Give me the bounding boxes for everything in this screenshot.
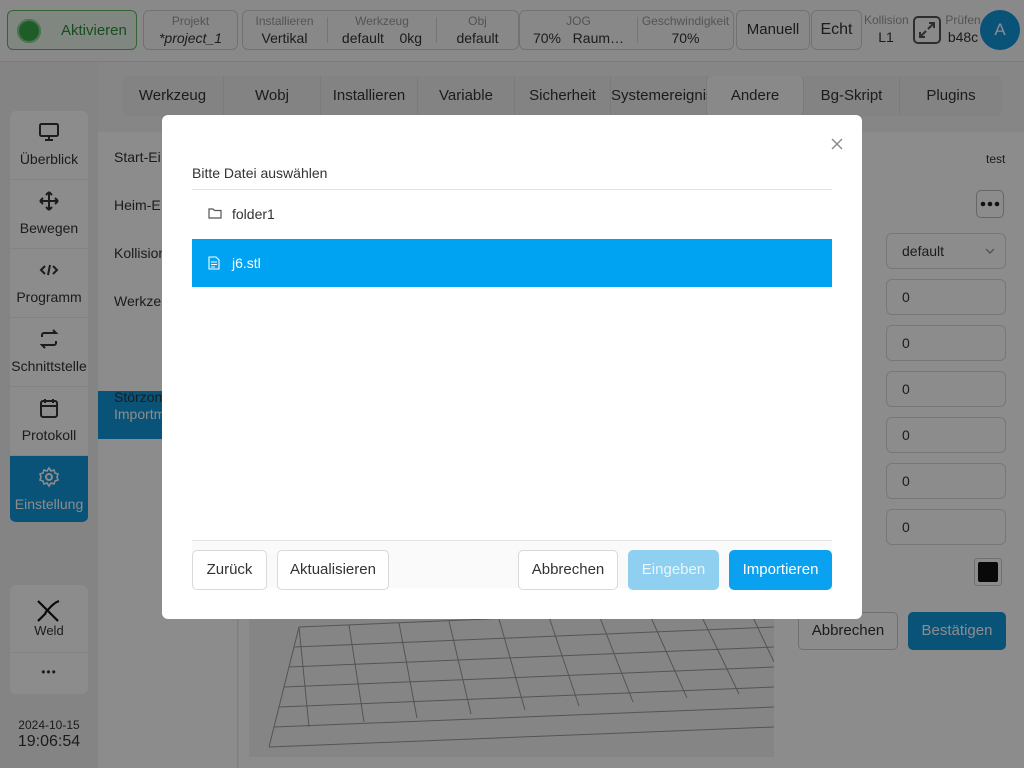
back-button[interactable]: Zurück [192, 550, 267, 590]
file-name: j6.stl [232, 255, 261, 271]
refresh-button[interactable]: Aktualisieren [277, 550, 389, 590]
file-select-dialog: Bitte Datei auswählen folder1 j6.stl Zur… [162, 115, 862, 619]
file-icon [208, 256, 220, 270]
enter-button[interactable]: Eingeben [628, 550, 719, 590]
file-name: folder1 [232, 206, 275, 222]
dialog-title: Bitte Datei auswählen [192, 165, 328, 181]
cancel-button[interactable]: Abbrechen [518, 550, 618, 590]
folder-icon [208, 208, 222, 219]
dialog-footer: Zurück Aktualisieren Abbrechen Eingeben … [192, 540, 832, 590]
import-button[interactable]: Importieren [729, 550, 832, 590]
file-row-j6-stl[interactable]: j6.stl [192, 239, 832, 287]
file-row-folder1[interactable]: folder1 [192, 190, 832, 238]
close-icon[interactable] [830, 137, 844, 151]
